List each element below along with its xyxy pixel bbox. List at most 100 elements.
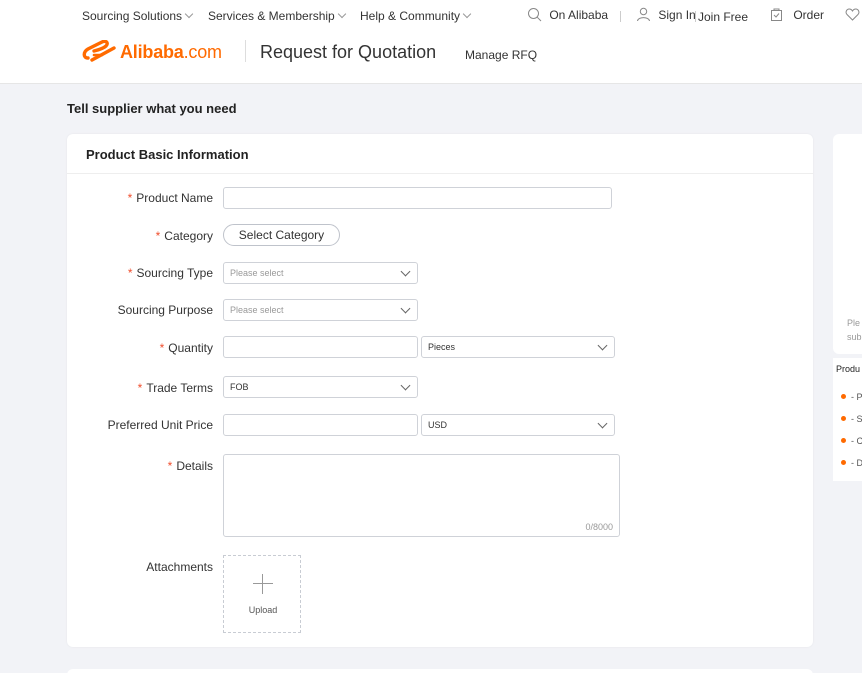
nav-help-community[interactable]: Help & Community xyxy=(360,9,472,23)
sign-in-label: Sign In xyxy=(658,8,696,22)
sourcing-type-label-text: Sourcing Type xyxy=(136,266,214,280)
favorites-link[interactable] xyxy=(845,7,860,25)
trade-terms-label-text: Trade Terms xyxy=(146,381,213,395)
required-mark: * xyxy=(127,266,133,280)
sourcing-purpose-label: Sourcing Purpose xyxy=(117,303,213,317)
chevron-down-icon xyxy=(400,380,411,391)
order-label: Order xyxy=(793,8,825,22)
sign-in-link[interactable]: Sign In xyxy=(636,7,696,22)
nav-services-membership[interactable]: Services & Membership xyxy=(208,9,346,23)
currency-select[interactable]: USD xyxy=(421,414,615,436)
plus-icon xyxy=(253,574,273,594)
bullet-icon xyxy=(841,394,846,399)
side-hint-line-2: sub xyxy=(847,332,862,342)
trade-terms-value: FOB xyxy=(230,382,249,392)
product-basic-info-card: Product Basic Information * Product Name … xyxy=(67,134,813,647)
page-heading: Tell supplier what you need xyxy=(67,101,237,116)
character-counter: 0/8000 xyxy=(585,522,613,532)
alibaba-logo-icon xyxy=(82,40,116,62)
side-panel-top: Ple sub xyxy=(833,134,862,354)
side-list-item-text: - C xyxy=(851,436,862,446)
sourcing-type-select[interactable]: Please select xyxy=(223,262,418,284)
side-hint-line-1: Ple xyxy=(847,318,861,328)
on-alibaba-link[interactable]: On Alibaba xyxy=(527,7,608,22)
trade-terms-select[interactable]: FOB xyxy=(223,376,418,398)
required-mark: * xyxy=(155,229,161,243)
quantity-unit-value: Pieces xyxy=(428,342,456,352)
nav-help-label: Help & Community xyxy=(360,9,461,23)
upload-button[interactable]: Upload xyxy=(223,555,301,633)
quantity-label-text: Quantity xyxy=(168,341,213,355)
side-panel-bottom: Produ - P - S - C - D xyxy=(833,358,862,481)
side-list-item-text: - D xyxy=(851,458,862,468)
on-alibaba-label: On Alibaba xyxy=(549,8,609,22)
product-name-label-text: Product Name xyxy=(136,191,213,205)
chevron-down-icon xyxy=(462,9,472,19)
bullet-icon xyxy=(841,438,846,443)
currency-value: USD xyxy=(428,420,448,430)
side-list-item: - C xyxy=(841,436,862,446)
header: Sourcing Solutions Services & Membership… xyxy=(0,0,862,84)
section-divider xyxy=(67,173,813,174)
upload-label: Upload xyxy=(248,605,278,615)
product-name-input[interactable] xyxy=(223,187,612,209)
chevron-down-icon xyxy=(597,340,608,351)
header-divider xyxy=(245,40,246,62)
unit-price-label: Preferred Unit Price xyxy=(107,418,213,432)
user-icon xyxy=(637,7,650,22)
sourcing-purpose-placeholder: Please select xyxy=(230,305,284,315)
top-nav: Sourcing Solutions Services & Membership… xyxy=(0,0,862,32)
nav-sourcing-solutions[interactable]: Sourcing Solutions xyxy=(82,9,194,23)
nav-services-label: Services & Membership xyxy=(208,9,335,23)
required-mark: * xyxy=(167,459,173,473)
unit-price-input[interactable] xyxy=(223,414,418,436)
logo-name: Alibaba xyxy=(120,41,184,62)
bullet-icon xyxy=(841,460,846,465)
section-title: Product Basic Information xyxy=(86,147,249,162)
order-link[interactable]: Order xyxy=(769,7,824,22)
details-label: * Details xyxy=(67,459,213,473)
side-list-item-text: - P xyxy=(851,392,862,402)
select-category-button[interactable]: Select Category xyxy=(223,224,340,246)
chevron-down-icon xyxy=(400,266,411,277)
side-list-item: - D xyxy=(841,458,862,468)
chevron-down-icon xyxy=(184,9,194,19)
sourcing-purpose-select[interactable]: Please select xyxy=(223,299,418,321)
required-mark: * xyxy=(159,341,165,355)
side-heading: Produ xyxy=(836,364,861,374)
required-mark: * xyxy=(137,381,143,395)
sourcing-type-label: * Sourcing Type xyxy=(67,266,213,280)
required-mark: * xyxy=(127,191,133,205)
order-icon xyxy=(771,8,782,21)
heart-icon xyxy=(845,8,860,21)
details-textarea[interactable]: 0/8000 xyxy=(223,454,620,537)
category-label-text: Category xyxy=(164,229,213,243)
trade-terms-label: * Trade Terms xyxy=(67,381,213,395)
nav-sourcing-label: Sourcing Solutions xyxy=(82,9,183,23)
side-list-item-text: - S xyxy=(851,414,862,424)
bullet-icon xyxy=(841,416,846,421)
details-label-text: Details xyxy=(176,459,213,473)
logo-row: Alibaba.com Request for Quotation Manage… xyxy=(0,36,862,72)
product-name-label: * Product Name xyxy=(67,191,213,205)
divider xyxy=(620,11,621,22)
quantity-label: * Quantity xyxy=(67,341,213,355)
side-list-item: - P xyxy=(841,392,862,402)
category-label: * Category xyxy=(67,229,213,243)
chevron-down-icon xyxy=(597,418,608,429)
sourcing-type-placeholder: Please select xyxy=(230,268,284,278)
chevron-down-icon xyxy=(337,9,346,19)
search-icon xyxy=(528,8,542,22)
next-section-card xyxy=(67,669,813,673)
quantity-input[interactable] xyxy=(223,336,418,358)
divider xyxy=(695,11,696,22)
manage-rfq-link[interactable]: Manage RFQ xyxy=(465,48,537,62)
logo-wordmark: Alibaba.com xyxy=(120,42,222,63)
quantity-unit-select[interactable]: Pieces xyxy=(421,336,615,358)
attachments-label: Attachments xyxy=(146,560,213,574)
join-free-link[interactable]: Join Free xyxy=(698,10,748,24)
side-list-item: - S xyxy=(841,414,862,424)
alibaba-logo[interactable]: Alibaba.com xyxy=(82,38,222,66)
logo-suffix: .com xyxy=(183,41,222,62)
page-title: Request for Quotation xyxy=(260,42,437,62)
